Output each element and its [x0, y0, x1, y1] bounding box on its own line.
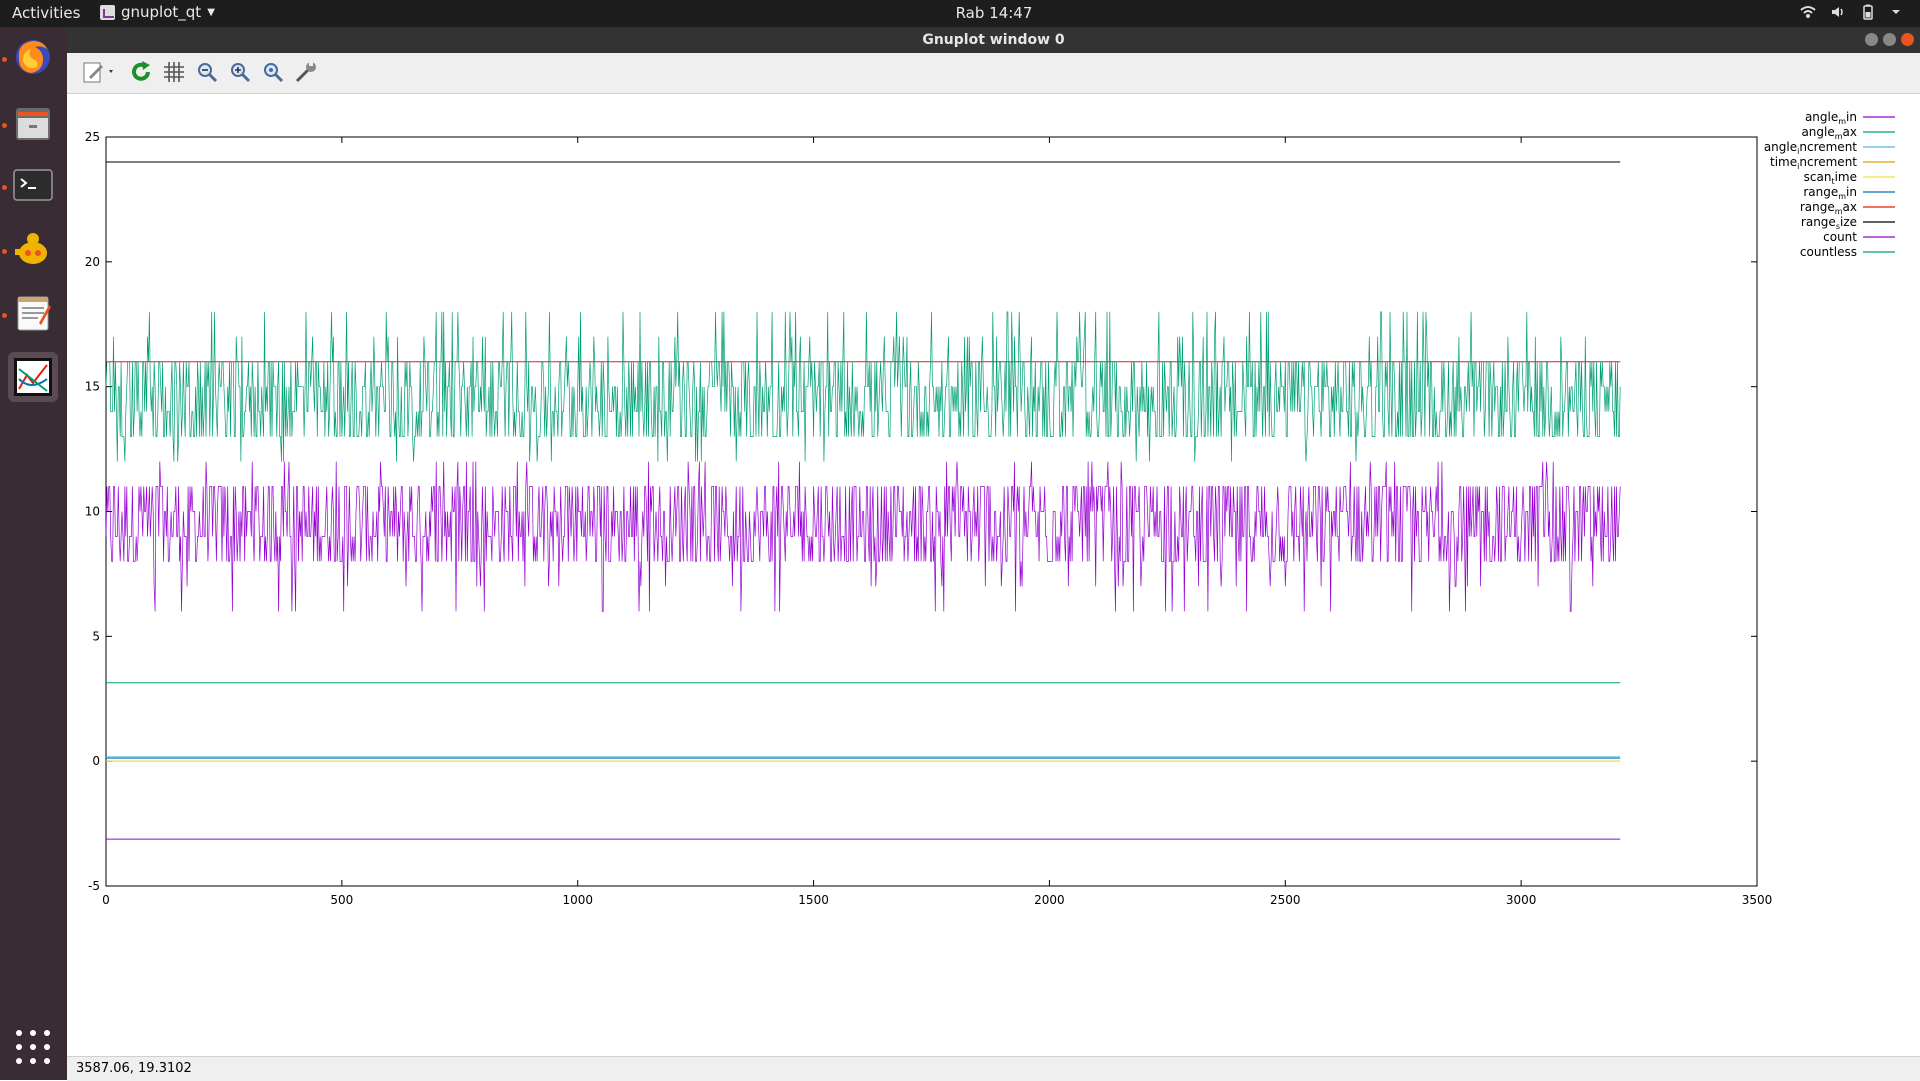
export-button[interactable]	[81, 59, 117, 85]
plot-area[interactable]: 0 500 1000 1500 2000 2500 3000 3500 -5 0 5 10 15 20 25…	[67, 94, 1920, 1056]
x-tick-label: 2500	[1270, 893, 1301, 907]
window-title: Gnuplot window 0	[922, 32, 1065, 48]
zoom-back-button[interactable]	[194, 59, 220, 85]
zoom-forward-button[interactable]	[227, 59, 253, 85]
replot-icon	[132, 61, 150, 81]
legend-label-range-max: rangemax	[1800, 200, 1857, 216]
grid-button[interactable]	[161, 59, 187, 85]
legend-label-angle-increment: angleincrement	[1764, 140, 1857, 156]
cursor-coordinates: 3587.06, 19.3102	[76, 1061, 192, 1076]
unzoom-button[interactable]	[260, 59, 286, 85]
battery-icon	[1863, 4, 1873, 20]
settings-icon	[295, 61, 316, 83]
running-indicator	[2, 57, 7, 62]
y-tick-label: -5	[88, 879, 100, 893]
files-icon	[16, 108, 50, 140]
system-tray[interactable]	[1800, 4, 1902, 20]
y-tick-label: 10	[85, 505, 100, 519]
running-indicator	[2, 249, 7, 254]
x-tick-label: 1500	[798, 893, 829, 907]
y-tick-label: 5	[92, 629, 100, 643]
x-tick-label: 3000	[1506, 893, 1537, 907]
dock-firefox[interactable]	[8, 32, 58, 82]
x-tick-label: 500	[330, 893, 353, 907]
maximize-icon[interactable]	[1883, 33, 1896, 46]
running-indicator	[2, 185, 7, 190]
firefox-icon	[16, 40, 50, 74]
dock-files[interactable]	[8, 98, 58, 148]
export-icon	[83, 62, 113, 83]
volume-icon	[1832, 7, 1843, 17]
dock	[0, 27, 67, 1080]
y-tick-label: 20	[85, 255, 100, 269]
settings-button[interactable]	[293, 59, 319, 85]
gnuplot-window: Gnuplot window 0 0 500 1000 1500 2000 25…	[67, 27, 1920, 1081]
gnuplot-icon	[14, 358, 52, 396]
zoom-forward-icon	[231, 63, 251, 83]
terminal-icon	[13, 169, 53, 201]
replot-button[interactable]	[128, 59, 154, 85]
unzoom-icon	[264, 63, 284, 83]
top-bar: Activities gnuplot_qt ▼ Rab 14:47	[0, 0, 1920, 27]
dock-synaptic[interactable]	[8, 224, 58, 274]
clock[interactable]: Rab 14:47	[0, 4, 1920, 22]
dock-text-editor[interactable]	[8, 288, 58, 338]
status-bar: 3587.06, 19.3102	[67, 1056, 1920, 1081]
synaptic-icon	[15, 233, 47, 264]
y-tick-label: 15	[85, 380, 100, 394]
x-tick-label: 2000	[1034, 893, 1065, 907]
x-tick-label: 1000	[562, 893, 593, 907]
dock-gnuplot[interactable]	[8, 352, 58, 402]
running-indicator	[2, 123, 7, 128]
legend-label-time-increment: timeincrement	[1770, 155, 1857, 171]
toolbar	[67, 53, 1920, 94]
legend-label-count: count	[1823, 230, 1857, 244]
text-editor-icon	[17, 296, 51, 331]
y-tick-label: 25	[85, 130, 100, 144]
zoom-back-icon	[198, 63, 218, 83]
x-tick-label: 3500	[1742, 893, 1773, 907]
legend-label-scan-time: scantime	[1804, 170, 1857, 186]
close-icon[interactable]	[1901, 33, 1914, 46]
legend-label-range-size: rangesize	[1801, 215, 1857, 231]
power-menu-icon	[1892, 10, 1900, 14]
series-line-count	[105, 461, 1621, 612]
x-tick-label: 0	[102, 893, 110, 907]
chart[interactable]: 0 500 1000 1500 2000 2500 3000 3500-50510152025…	[67, 94, 1920, 1056]
series-line-countless	[105, 311, 1621, 462]
show-applications-button[interactable]	[16, 1030, 50, 1064]
legend-label-angle-min: anglemin	[1805, 110, 1857, 126]
dock-terminal[interactable]	[8, 160, 58, 210]
legend-label-range-min: rangemin	[1803, 185, 1857, 201]
running-indicator	[2, 313, 7, 318]
window-titlebar[interactable]: Gnuplot window 0	[67, 27, 1920, 53]
grid-icon	[164, 62, 184, 82]
legend-label-angle-max: anglemax	[1801, 125, 1857, 141]
y-tick-label: 0	[92, 754, 100, 768]
legend-label-countless: countless	[1800, 245, 1857, 259]
wifi-icon	[1800, 6, 1816, 18]
minimize-icon[interactable]	[1865, 33, 1878, 46]
